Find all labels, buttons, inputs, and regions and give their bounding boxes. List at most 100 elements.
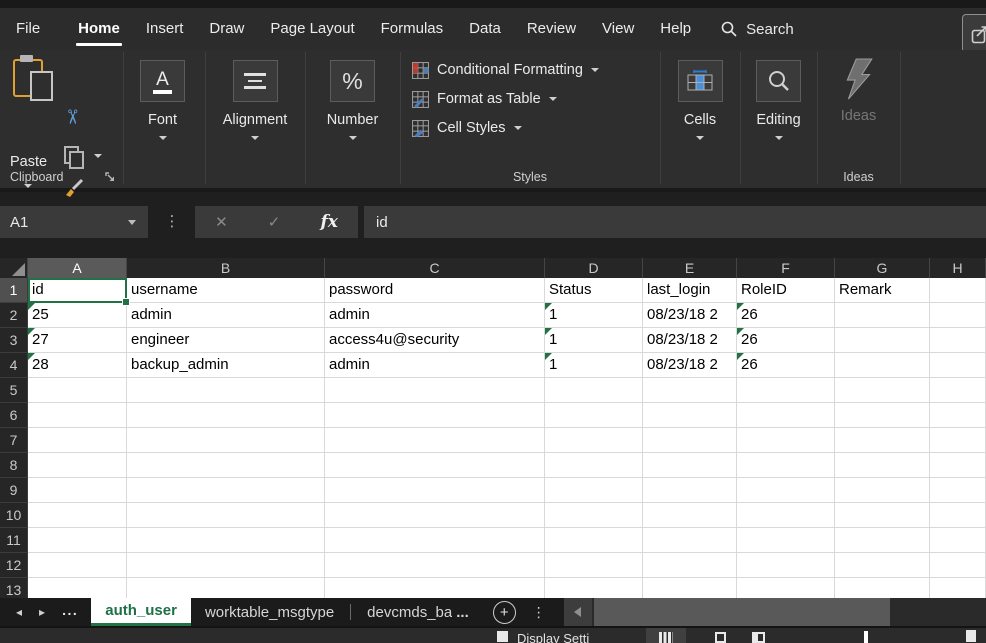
cell-B4[interactable]: backup_admin — [127, 353, 325, 378]
sheet-nav-left-icon[interactable]: ◂ — [16, 598, 22, 626]
cells-icon[interactable] — [678, 60, 723, 102]
number-icon[interactable]: % — [330, 60, 375, 102]
normal-view-button[interactable] — [646, 628, 686, 643]
cell-B1[interactable]: username — [127, 278, 325, 303]
cell-D2[interactable]: 1 — [545, 303, 643, 328]
conditional-formatting-button[interactable]: Conditional Formatting — [400, 57, 660, 83]
cell-H1[interactable] — [930, 278, 986, 303]
sheet-nav-right-icon[interactable]: ▸ — [39, 598, 45, 626]
menu-tab-page-layout[interactable]: Page Layout — [270, 8, 354, 50]
sheet-tab-auth-user[interactable]: auth_user — [91, 598, 191, 626]
formula-input[interactable]: id — [364, 206, 986, 238]
cell-G3[interactable] — [835, 328, 930, 353]
menu-tab-file[interactable]: File — [16, 8, 40, 50]
clipboard-dialog-launcher-icon[interactable] — [105, 172, 116, 183]
cell-G5[interactable] — [835, 378, 930, 403]
tab-bar-menu-icon[interactable]: ⋮ — [532, 598, 546, 626]
cell-A5[interactable] — [28, 378, 127, 403]
column-header-C[interactable]: C — [325, 258, 545, 278]
cell-D1[interactable]: Status — [545, 278, 643, 303]
cell-H13[interactable] — [930, 578, 986, 598]
cell-A7[interactable] — [28, 428, 127, 453]
share-button[interactable] — [962, 14, 986, 53]
cell-G7[interactable] — [835, 428, 930, 453]
cell-H11[interactable] — [930, 528, 986, 553]
cell-H3[interactable] — [930, 328, 986, 353]
cell-B3[interactable]: engineer — [127, 328, 325, 353]
font-dropdown-icon[interactable] — [159, 136, 167, 140]
cell-A11[interactable] — [28, 528, 127, 553]
cell-B6[interactable] — [127, 403, 325, 428]
cell-G9[interactable] — [835, 478, 930, 503]
cell-G4[interactable] — [835, 353, 930, 378]
cell-H5[interactable] — [930, 378, 986, 403]
cell-D8[interactable] — [545, 453, 643, 478]
row-header-1[interactable]: 1 — [0, 278, 28, 303]
cell-styles-button[interactable]: Cell Styles — [400, 115, 660, 141]
alignment-group[interactable]: Alignment — [205, 50, 305, 188]
cell-B7[interactable] — [127, 428, 325, 453]
cell-G11[interactable] — [835, 528, 930, 553]
cell-B8[interactable] — [127, 453, 325, 478]
cell-D3[interactable]: 1 — [545, 328, 643, 353]
cell-B2[interactable]: admin — [127, 303, 325, 328]
cell-D4[interactable]: 1 — [545, 353, 643, 378]
copy-dropdown-icon[interactable] — [94, 154, 102, 158]
row-header-4[interactable]: 4 — [0, 353, 28, 378]
copy-icon[interactable] — [64, 146, 84, 166]
zoom-slider-handle[interactable] — [864, 631, 868, 643]
cell-H2[interactable] — [930, 303, 986, 328]
cell-D7[interactable] — [545, 428, 643, 453]
cell-D6[interactable] — [545, 403, 643, 428]
row-header-5[interactable]: 5 — [0, 378, 28, 403]
cell-G10[interactable] — [835, 503, 930, 528]
cell-F10[interactable] — [737, 503, 835, 528]
cell-G12[interactable] — [835, 553, 930, 578]
cell-C6[interactable] — [325, 403, 545, 428]
name-box-dropdown-icon[interactable] — [128, 220, 136, 225]
cell-E6[interactable] — [643, 403, 737, 428]
menu-tab-help[interactable]: Help — [660, 8, 691, 50]
cell-H12[interactable] — [930, 553, 986, 578]
new-sheet-button[interactable]: + — [493, 601, 516, 624]
row-header-8[interactable]: 8 — [0, 453, 28, 478]
menu-tab-insert[interactable]: Insert — [146, 8, 184, 50]
column-header-H[interactable]: H — [930, 258, 986, 278]
cell-G2[interactable] — [835, 303, 930, 328]
page-break-view-button[interactable] — [738, 628, 778, 643]
formula-bar-menu-icon[interactable]: ⋮ — [162, 206, 182, 238]
row-header-9[interactable]: 9 — [0, 478, 28, 503]
cell-A4[interactable]: 28 — [28, 353, 127, 378]
cell-E13[interactable] — [643, 578, 737, 598]
font-group[interactable]: A Font — [120, 50, 205, 188]
cell-E2[interactable]: 08/23/18 2 — [643, 303, 737, 328]
cell-B10[interactable] — [127, 503, 325, 528]
number-group[interactable]: % Number — [305, 50, 400, 188]
column-header-A[interactable]: A — [28, 258, 127, 278]
cell-D11[interactable] — [545, 528, 643, 553]
column-header-D[interactable]: D — [545, 258, 643, 278]
menu-tab-formulas[interactable]: Formulas — [381, 8, 444, 50]
cell-F2[interactable]: 26 — [737, 303, 835, 328]
scroll-left-button[interactable] — [564, 598, 592, 626]
cell-D12[interactable] — [545, 553, 643, 578]
cell-F4[interactable]: 26 — [737, 353, 835, 378]
zoom-control[interactable] — [966, 630, 976, 642]
cell-B11[interactable] — [127, 528, 325, 553]
menu-tab-home[interactable]: Home — [78, 8, 120, 50]
scrollbar-thumb[interactable] — [594, 598, 890, 626]
column-header-F[interactable]: F — [737, 258, 835, 278]
cell-G1[interactable]: Remark — [835, 278, 930, 303]
cell-D5[interactable] — [545, 378, 643, 403]
cell-F1[interactable]: RoleID — [737, 278, 835, 303]
cell-H6[interactable] — [930, 403, 986, 428]
cell-A2[interactable]: 25 — [28, 303, 127, 328]
cell-E7[interactable] — [643, 428, 737, 453]
cell-C4[interactable]: admin — [325, 353, 545, 378]
fill-handle[interactable] — [122, 298, 130, 306]
editing-icon[interactable] — [756, 60, 801, 102]
cell-F3[interactable]: 26 — [737, 328, 835, 353]
cell-F7[interactable] — [737, 428, 835, 453]
cell-F6[interactable] — [737, 403, 835, 428]
cell-H4[interactable] — [930, 353, 986, 378]
